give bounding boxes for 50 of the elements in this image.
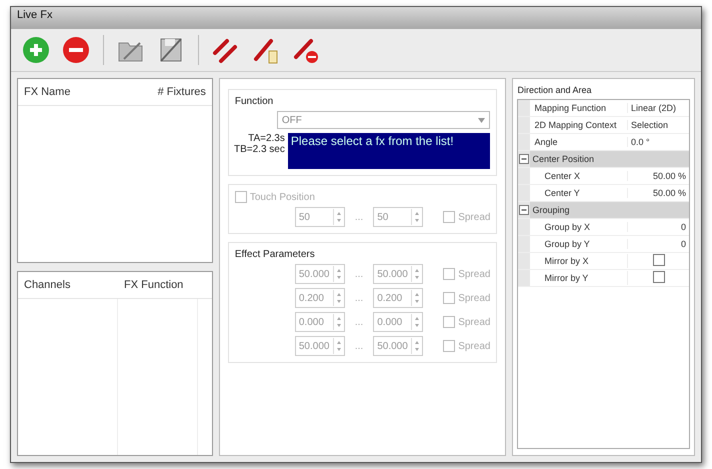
category-label: Center Position [531, 154, 595, 164]
group-label: Function [234, 96, 274, 107]
panel-title: Direction and Area [517, 85, 592, 95]
collapse-icon[interactable] [519, 205, 530, 215]
property-name: Group by Y [543, 239, 591, 249]
plus-icon [21, 35, 51, 65]
property-name: Center Y [543, 188, 581, 198]
property-name: Mapping Function [533, 103, 607, 113]
column-header[interactable]: Channels [18, 279, 118, 291]
property-value[interactable]: 50.00 % [627, 188, 689, 198]
checkbox[interactable] [652, 271, 664, 283]
checkbox-label: Spread [458, 212, 490, 222]
property-value[interactable]: Linear (2D) [627, 103, 689, 113]
channels-list[interactable]: Channels FX Function [17, 271, 213, 456]
range-separator: ... [354, 212, 364, 222]
property-value[interactable]: 0 [627, 222, 689, 232]
range-separator: ... [354, 316, 364, 328]
group-label: Effect Parameters [234, 249, 316, 260]
collapse-icon[interactable] [519, 154, 530, 164]
message-box: Please select a fx from the list! [288, 133, 490, 169]
category-label: Grouping [531, 205, 570, 215]
property-name: Mirror by Y [543, 273, 590, 283]
property-name: Angle [533, 137, 558, 147]
function-dropdown[interactable]: OFF [276, 111, 490, 129]
property-name: Mirror by X [543, 256, 590, 266]
dropdown-arrow-icon [478, 118, 486, 122]
column-header[interactable]: FX Function [118, 279, 198, 291]
property-value[interactable]: 0 [627, 239, 689, 249]
property-value[interactable]: Selection [627, 120, 689, 130]
column-header[interactable]: FX Name [18, 86, 132, 98]
checkbox[interactable] [652, 254, 664, 266]
checkbox-label: Touch Position [250, 192, 315, 202]
property-name: 2D Mapping Context [533, 120, 618, 130]
range-separator: ... [354, 268, 364, 280]
range-separator: ... [354, 292, 364, 304]
checkbox-label: Spread [458, 316, 490, 328]
property-value[interactable]: 0.0 ° [627, 137, 689, 147]
checkbox-label: Spread [458, 340, 490, 352]
range-separator: ... [354, 340, 364, 352]
checkbox-label: Spread [458, 292, 490, 304]
property-value[interactable]: 50.00 % [627, 171, 689, 181]
timing-label: TB=2.3 sec [234, 144, 285, 155]
window-title: Live Fx [11, 7, 701, 29]
timing-label: TA=2.3s [248, 133, 285, 144]
checkbox-label: Spread [458, 268, 490, 280]
minus-icon [61, 35, 91, 65]
fx-list[interactable]: FX Name # Fixtures [17, 78, 213, 263]
column-header[interactable]: # Fixtures [132, 86, 212, 98]
property-name: Center X [543, 171, 581, 181]
property-name: Group by X [543, 222, 591, 232]
